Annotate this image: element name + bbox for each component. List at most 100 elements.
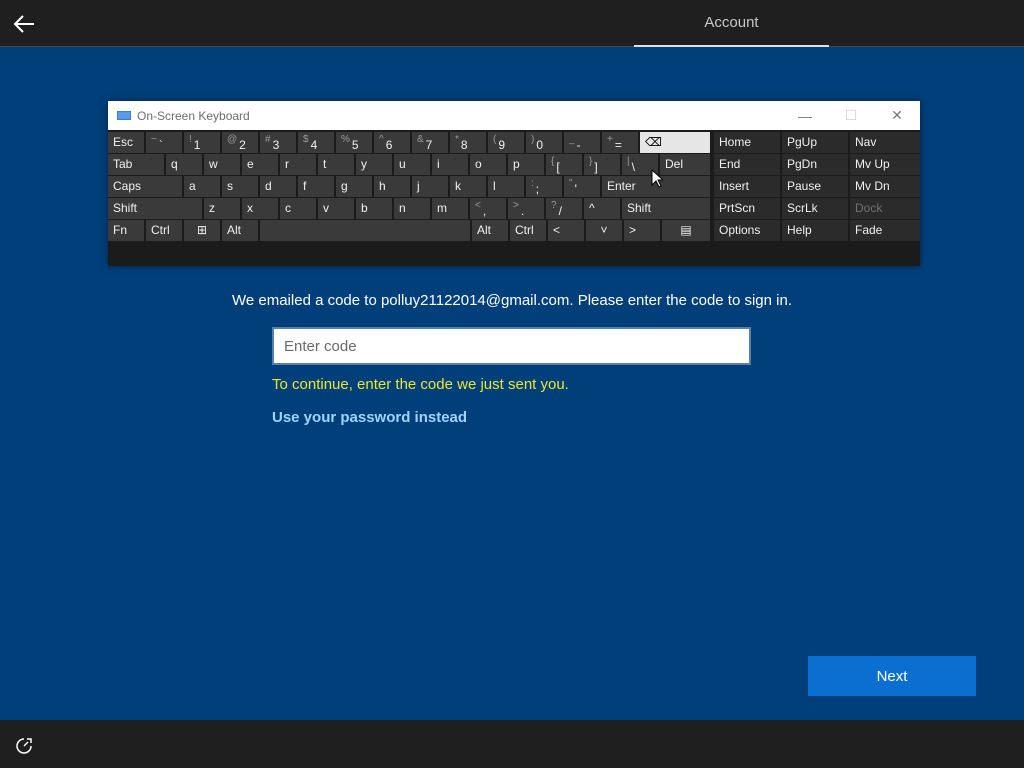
osk-key[interactable]: o <box>470 154 506 175</box>
osk-key[interactable]: ⌫ <box>640 132 710 153</box>
osk-key[interactable]: * 8 <box>450 132 486 153</box>
osk-key[interactable]: Caps <box>108 176 182 197</box>
osk-key[interactable]: ! 1 <box>184 132 220 153</box>
osk-key[interactable]: Del <box>660 154 710 175</box>
osk-key[interactable]: Alt <box>472 220 508 241</box>
key-shift-label: ! <box>189 134 192 145</box>
key-shift-label: ) <box>531 134 535 145</box>
close-button[interactable]: ✕ <box>874 101 920 130</box>
osk-key[interactable]: % 5 <box>336 132 372 153</box>
osk-key[interactable]: Alt <box>222 220 258 241</box>
osk-key[interactable]: ^ <box>584 198 620 219</box>
osk-key[interactable]: ˅ <box>586 220 622 241</box>
osk-key[interactable]: (9 <box>488 132 524 153</box>
osk-key[interactable]: Fn <box>108 220 144 241</box>
mouse-cursor-icon <box>651 169 663 188</box>
osk-key[interactable]: >. <box>508 198 544 219</box>
key-shift-label: & <box>417 134 424 145</box>
key-shift-label: + <box>607 134 613 145</box>
osk-key[interactable]: Ctrl <box>510 220 546 241</box>
osk-nav-key[interactable]: Insert <box>714 176 780 197</box>
osk-key[interactable]: > <box>624 220 660 241</box>
osk-key[interactable]: }] <box>584 154 620 175</box>
osk-key[interactable]: Shift <box>108 198 202 219</box>
code-input[interactable] <box>272 327 751 365</box>
osk-key[interactable]: v <box>318 198 354 219</box>
osk-nav-key[interactable]: Mv Dn <box>850 176 920 197</box>
minimize-button[interactable]: — <box>782 101 828 130</box>
osk-key[interactable]: w <box>204 154 240 175</box>
osk-key[interactable]: <, <box>470 198 506 219</box>
osk-key[interactable]: Tab <box>108 154 164 175</box>
osk-key[interactable]: & 7 <box>412 132 448 153</box>
osk-key[interactable]: b <box>356 198 392 219</box>
use-password-link[interactable]: Use your password instead <box>272 409 467 426</box>
osk-nav-key[interactable]: Dock <box>850 198 920 219</box>
osk-key[interactable]: ~ ` <box>146 132 182 153</box>
key-shift-label: @ <box>227 134 238 145</box>
osk-key[interactable]: :; <box>526 176 562 197</box>
osk-key[interactable]: k <box>450 176 486 197</box>
osk-key[interactable]: #3 <box>260 132 296 153</box>
osk-nav-key[interactable]: Mv Up <box>850 154 920 175</box>
osk-key[interactable]: z <box>204 198 240 219</box>
osk-key[interactable]: < <box>548 220 584 241</box>
osk-nav-key[interactable]: PgUp <box>782 132 848 153</box>
osk-key[interactable]: Shift <box>622 198 710 219</box>
osk-key[interactable]: i <box>432 154 468 175</box>
osk-key[interactable]: s <box>222 176 258 197</box>
osk-key[interactable]: x <box>242 198 278 219</box>
osk-key[interactable]: Ctrl <box>146 220 182 241</box>
osk-key[interactable] <box>260 220 470 241</box>
keyboard-icon <box>117 111 131 120</box>
key-main-label: = <box>614 138 622 152</box>
osk-key[interactable]: ) 0 <box>526 132 562 153</box>
osk-nav-key[interactable]: ScrLk <box>782 198 848 219</box>
osk-nav-key[interactable]: Nav <box>850 132 920 153</box>
osk-key[interactable]: {[ <box>546 154 582 175</box>
osk-key[interactable]: $4 <box>298 132 334 153</box>
osk-key[interactable]: j <box>412 176 448 197</box>
osk-nav-key[interactable]: PrtScn <box>714 198 780 219</box>
osk-nav-key[interactable]: End <box>714 154 780 175</box>
osk-key[interactable]: _ - <box>564 132 600 153</box>
osk-key[interactable]: c <box>280 198 316 219</box>
osk-key[interactable]: u <box>394 154 430 175</box>
osk-key[interactable]: f <box>298 176 334 197</box>
osk-key[interactable]: ? / <box>546 198 582 219</box>
osk-key[interactable]: a <box>184 176 220 197</box>
osk-key[interactable]: p <box>508 154 544 175</box>
osk-key[interactable]: ▤ <box>662 220 710 241</box>
key-shift-label: ? <box>551 200 557 211</box>
next-button[interactable]: Next <box>808 656 976 696</box>
osk-key[interactable]: l <box>488 176 524 197</box>
osk-key[interactable]: Esc <box>108 132 144 153</box>
osk-key[interactable]: m <box>432 198 468 219</box>
osk-key[interactable]: y <box>356 154 392 175</box>
osk-key[interactable]: ^ 6 <box>374 132 410 153</box>
osk-key[interactable]: t <box>318 154 354 175</box>
key-main-label: 1 <box>193 138 201 152</box>
osk-nav-key[interactable]: Home <box>714 132 780 153</box>
maximize-button[interactable]: ☐ <box>828 101 874 130</box>
osk-nav-key[interactable]: Pause <box>782 176 848 197</box>
osk-key[interactable]: r <box>280 154 316 175</box>
key-shift-label: _ <box>569 134 575 145</box>
osk-key[interactable]: h <box>374 176 410 197</box>
osk-nav-key[interactable]: Fade <box>850 220 920 241</box>
osk-key[interactable]: e <box>242 154 278 175</box>
tab-account[interactable]: Account <box>634 0 829 47</box>
osk-key[interactable]: @2 <box>222 132 258 153</box>
ease-of-access-icon[interactable] <box>14 736 34 756</box>
back-arrow-icon[interactable] <box>10 10 38 38</box>
osk-key[interactable]: n <box>394 198 430 219</box>
osk-nav-key[interactable]: Options <box>714 220 780 241</box>
osk-key[interactable]: q <box>166 154 202 175</box>
osk-key[interactable]: d <box>260 176 296 197</box>
osk-key[interactable]: + = <box>602 132 638 153</box>
osk-nav-key[interactable]: Help <box>782 220 848 241</box>
osk-key[interactable]: ⊞ <box>184 220 220 241</box>
osk-key[interactable]: " ' <box>564 176 600 197</box>
osk-key[interactable]: g <box>336 176 372 197</box>
osk-nav-key[interactable]: PgDn <box>782 154 848 175</box>
